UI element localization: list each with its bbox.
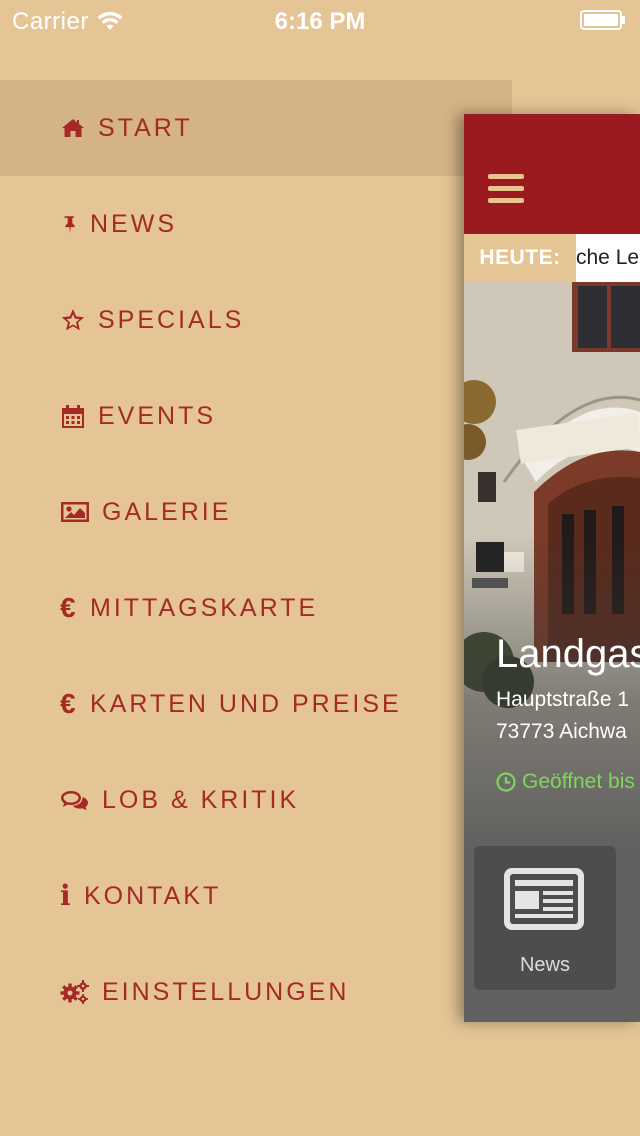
home-icon [60,115,86,141]
star-outline-icon [60,307,86,333]
comments-icon [60,787,90,813]
menu-item-label: KONTAKT [84,881,222,910]
menu-item-label: NEWS [90,209,177,238]
news-tile[interactable]: News [474,846,616,990]
clock: 6:16 PM [274,8,366,35]
app-header [464,114,640,234]
address-street: Hauptstraße 1 [496,688,630,711]
menu-item-label: SPECIALS [98,305,245,334]
menu-item-events[interactable]: EVENTS [0,368,512,464]
menu-item-news[interactable]: NEWS [0,176,512,272]
menu-item-mittagskarte[interactable]: € MITTAGSKARTE [0,560,512,656]
newspaper-icon [504,868,584,930]
euro-icon: € [60,592,76,623]
menu-item-label: EINSTELLUNGEN [102,977,350,1006]
news-ticker[interactable]: HEUTE: che Le [464,234,640,282]
menu-item-label: LOB & KRITIK [102,785,300,814]
picture-icon [60,499,90,525]
ticker-label: HEUTE: [464,234,576,282]
hamburger-menu-icon[interactable] [488,174,524,204]
menu-item-label: GALERIE [102,497,232,526]
calendar-icon [60,403,86,429]
app-screen: Carrier 6:16 PM START NEWS SPECIALS EVEN… [0,0,640,1136]
opening-status: Geöffnet bis [496,770,635,794]
side-menu: START NEWS SPECIALS EVENTS GALERIE € MIT… [0,80,512,1040]
gears-icon [60,979,90,1005]
info-icon: i [60,879,71,912]
menu-item-lob-kritik[interactable]: LOB & KRITIK [0,752,512,848]
menu-item-kontakt[interactable]: i KONTAKT [0,848,512,944]
menu-item-label: KARTEN UND PREISE [90,689,402,718]
menu-item-label: EVENTS [98,401,217,430]
news-tile-label: News [519,954,570,976]
pushpin-icon [60,211,80,237]
tile-grid: News [464,842,640,1022]
menu-item-label: MITTAGSKARTE [90,593,319,622]
hero-image: Landgas Hauptstraße 1 73773 Aichwa Geöff… [464,282,640,842]
address-city: 73773 Aichwa [496,720,627,743]
menu-item-karten-und-preise[interactable]: € KARTEN UND PREISE [0,656,512,752]
status-bar: Carrier 6:16 PM [0,0,640,40]
battery-icon [580,10,625,30]
hero-gradient [464,282,640,842]
menu-item-specials[interactable]: SPECIALS [0,272,512,368]
menu-item-galerie[interactable]: GALERIE [0,464,512,560]
menu-item-label: START [98,113,193,142]
opening-status-text: Geöffnet bis [522,770,635,793]
ticker-text: che Le [576,246,640,269]
euro-icon: € [60,688,76,719]
menu-item-start[interactable]: START [0,80,512,176]
menu-item-einstellungen[interactable]: EINSTELLUNGEN [0,944,512,1040]
restaurant-name: Landgas [496,632,640,676]
main-content-panel[interactable]: HEUTE: che Le Landgas Hauptstraße 1 7377… [464,114,640,1022]
clock-icon [496,772,516,792]
